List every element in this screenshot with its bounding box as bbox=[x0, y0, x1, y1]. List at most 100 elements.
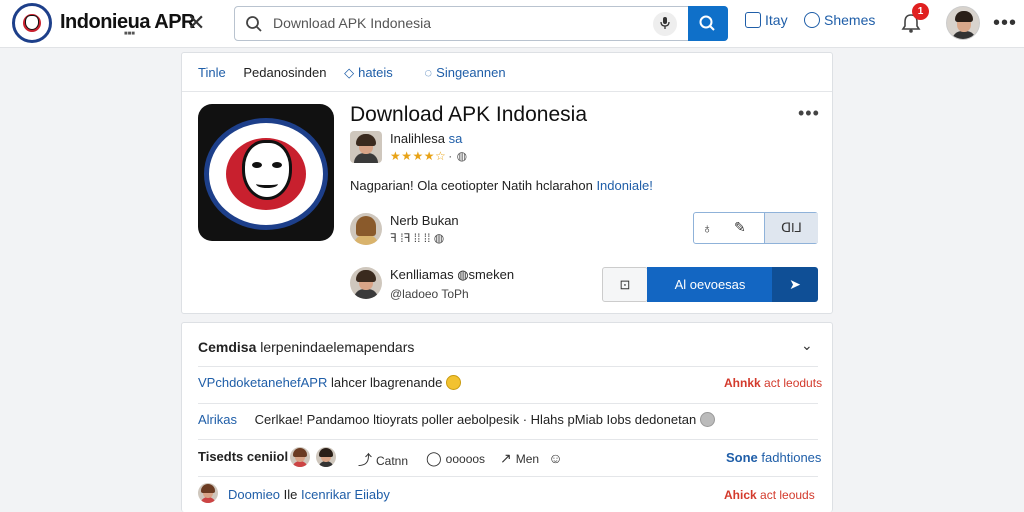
description-link[interactable]: Indoniale! bbox=[596, 178, 652, 193]
report-link[interactable]: Ahnkk act leoduts bbox=[724, 376, 822, 390]
comment-button[interactable]: ◯ ooooos bbox=[426, 450, 485, 467]
tool-label: Men bbox=[515, 452, 540, 466]
app-description: Nagparian! Ola ceotiopter Natih hclaraho… bbox=[350, 178, 653, 193]
report-link[interactable]: Ahick act leouds bbox=[724, 488, 815, 502]
search-button[interactable] bbox=[688, 6, 728, 41]
reaction-button-group: ♁ ✎ ᗡI⅃ bbox=[693, 212, 818, 244]
app-title: Download APK Indonesia bbox=[350, 103, 587, 126]
list-item: Doomieo Ile Icenrikar Eiiaby bbox=[228, 487, 390, 502]
more-options-icon[interactable]: ••• bbox=[798, 103, 820, 124]
search-input[interactable]: Download APK Indonesia bbox=[273, 15, 431, 31]
crumb-label: Singeannen bbox=[436, 65, 506, 80]
row-lead: Tisedts ceniiol bbox=[198, 449, 289, 464]
microphone-icon[interactable] bbox=[653, 12, 677, 36]
primary-action-button[interactable]: Al oevoesas bbox=[647, 267, 773, 302]
chat-icon: ◌ bbox=[424, 65, 433, 80]
user-name-1[interactable]: Nerb Bukan bbox=[390, 213, 459, 228]
user-avatar[interactable] bbox=[946, 6, 980, 40]
comment-icon: ◯ bbox=[426, 450, 442, 466]
smile-icon: ☺ bbox=[548, 450, 563, 466]
see-more-link[interactable]: Sone fadhtiones bbox=[726, 450, 821, 465]
tool-label: Catnn bbox=[376, 454, 409, 468]
commenter-avatar[interactable] bbox=[198, 483, 218, 503]
tool-label: ooooos bbox=[445, 452, 486, 466]
list-item: Alrikas Cerlkae! Pandamoo ltioyrats poll… bbox=[198, 412, 716, 427]
user-avatar-1[interactable] bbox=[350, 213, 382, 245]
row-text: Ile bbox=[283, 487, 298, 502]
user-avatar-2[interactable] bbox=[350, 267, 382, 299]
commenter-avatar[interactable] bbox=[316, 447, 336, 467]
crumb-singeannen[interactable]: ◌ Singeannen bbox=[424, 65, 519, 80]
close-icon[interactable]: ✕ bbox=[187, 10, 205, 36]
reply-button[interactable]: ⤴ Catnn bbox=[358, 450, 408, 470]
brand-tagline: ■■■ bbox=[124, 31, 135, 37]
see-rest: fadhtiones bbox=[761, 450, 822, 465]
user-meta-2: @ladoeo ToPh bbox=[390, 287, 469, 301]
description-text: Nagparian! Ola ceotiopter Natih hclaraho… bbox=[350, 178, 593, 193]
comments-subtitle: lerpenindaelemapendars bbox=[260, 339, 415, 355]
report-label: Ahnkk bbox=[724, 376, 761, 390]
nav-label: Itay bbox=[765, 12, 788, 28]
row-text: lahcer lbagrenande bbox=[331, 375, 443, 390]
like-icon[interactable]: ♁ bbox=[702, 220, 713, 236]
edit-icon[interactable]: ✎ bbox=[734, 219, 746, 236]
row-lead-link[interactable]: VPchdoketanehefAPR bbox=[198, 375, 327, 390]
crumb-hateis[interactable]: ◇ hateis bbox=[344, 65, 407, 80]
row-link[interactable]: Icenrikar Eiiaby bbox=[301, 487, 390, 502]
divider bbox=[198, 366, 818, 367]
developer-highlight: sa bbox=[448, 131, 463, 146]
brand-logo-icon[interactable] bbox=[12, 3, 52, 43]
divider bbox=[182, 91, 832, 92]
share-icon: ↗ bbox=[500, 450, 512, 466]
nav-label: Shemes bbox=[824, 12, 876, 28]
row-lead-link[interactable]: Alrikas bbox=[198, 412, 237, 427]
more-options-icon[interactable]: ••• bbox=[993, 12, 1017, 35]
nav-item-itay[interactable]: Itay bbox=[745, 12, 788, 28]
row-text: Cerlkae! Pandamoo ltioyrats poller aebol… bbox=[254, 412, 697, 427]
developer-avatar[interactable] bbox=[350, 131, 382, 163]
report-rest: act leoduts bbox=[764, 376, 823, 390]
info-icon bbox=[700, 412, 716, 427]
comments-title: Cemdisa bbox=[198, 339, 257, 355]
user-name-2[interactable]: Kenlliamas ◍smeken bbox=[390, 267, 514, 283]
chevron-down-icon[interactable]: ⌄ bbox=[801, 337, 813, 354]
chat-bubble-icon bbox=[804, 12, 820, 28]
comments-header: Cemdisa lerpenindaelemapendars bbox=[198, 339, 414, 355]
crumb-pedanosinden[interactable]: Pedanosinden bbox=[243, 65, 326, 80]
search-icon bbox=[246, 16, 262, 32]
row-lead-link[interactable]: Doomieo bbox=[228, 487, 280, 502]
crumb-label: hateis bbox=[358, 65, 393, 80]
search-bar: Download APK Indonesia bbox=[234, 6, 728, 41]
breadcrumb: Tinle Pedanosinden ◇ hateis ◌ Singeannen bbox=[198, 65, 534, 81]
action-buttons: ⊡ Al oevoesas ➤ bbox=[602, 267, 818, 302]
mail-button[interactable]: ⊡ bbox=[602, 267, 648, 302]
share-button[interactable]: ➤ bbox=[772, 267, 818, 302]
see-label: Sone bbox=[726, 450, 758, 465]
user-meta-1: ꟻ ⁞ꟻ ⁞⁞ ⁞⁞ ◍ bbox=[390, 231, 445, 245]
rating-suffix: · ◍ bbox=[448, 149, 468, 163]
report-label: Ahick bbox=[724, 488, 757, 502]
developer-label: Inalihlesa bbox=[390, 131, 445, 146]
divider bbox=[198, 403, 818, 404]
divider bbox=[198, 439, 818, 440]
star-rating: ★★★★☆ · ◍ bbox=[390, 149, 468, 163]
comments-card: Cemdisa lerpenindaelemapendars ⌄ VPchdok… bbox=[181, 322, 833, 512]
group-right-button[interactable]: ᗡI⅃ bbox=[764, 213, 818, 243]
reply-icon: ⤴ bbox=[358, 452, 372, 468]
tag-icon: ◇ bbox=[344, 65, 355, 80]
app-card: Tinle Pedanosinden ◇ hateis ◌ Singeannen D… bbox=[181, 52, 833, 314]
edit-square-icon bbox=[745, 12, 761, 28]
report-rest: act leouds bbox=[760, 488, 815, 502]
divider bbox=[198, 476, 818, 477]
list-item: VPchdoketanehefAPR lahcer lbagrenande bbox=[198, 375, 462, 390]
top-bar: Indonieua APR ✕ ■■■ Download APK Indones… bbox=[0, 0, 1024, 48]
stars-icon: ★★★★☆ bbox=[390, 149, 447, 163]
app-icon bbox=[198, 104, 334, 241]
commenter-avatar[interactable] bbox=[290, 447, 310, 467]
smile-emoji-icon bbox=[446, 375, 462, 390]
share-link-button[interactable]: ↗ Men ☺ bbox=[500, 450, 567, 467]
developer-name[interactable]: Inalihlesa sa bbox=[390, 131, 462, 146]
notification-badge: 1 bbox=[912, 3, 929, 20]
nav-item-shemes[interactable]: Shemes bbox=[804, 12, 875, 28]
crumb-tinle[interactable]: Tinle bbox=[198, 65, 226, 80]
